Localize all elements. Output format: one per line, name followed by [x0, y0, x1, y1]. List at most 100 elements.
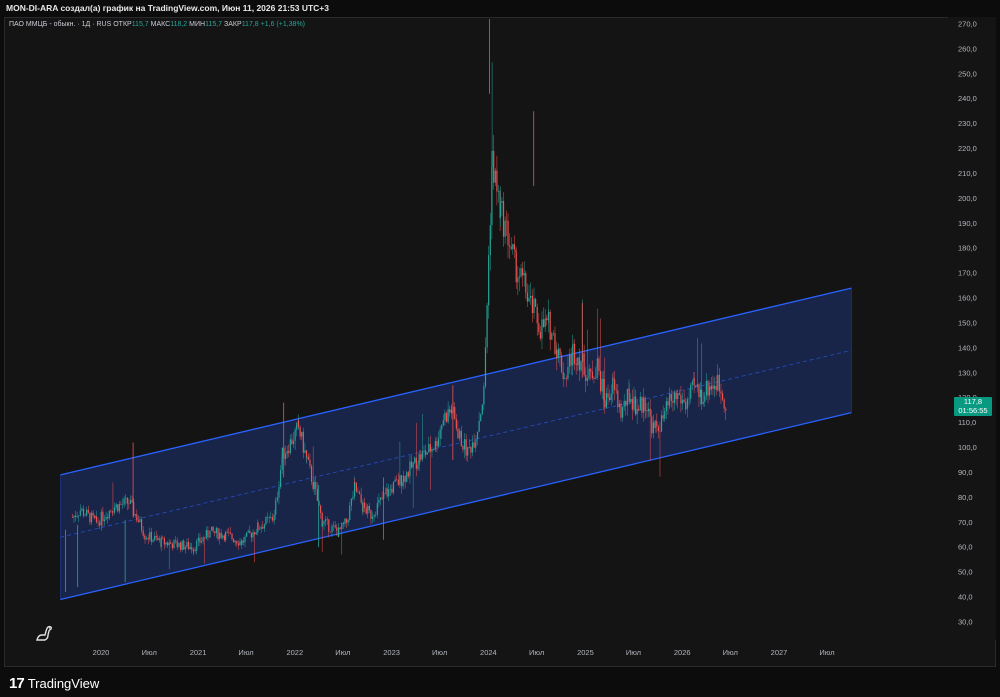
candle-body: [442, 420, 444, 426]
candle-body: [489, 225, 491, 256]
candle-body: [621, 406, 624, 418]
candle-body: [115, 504, 117, 508]
price-tick-label: 170,0: [958, 269, 977, 278]
candle-body: [475, 439, 477, 443]
candle-body: [218, 532, 221, 540]
candle-body: [417, 464, 419, 469]
candle-body: [263, 524, 265, 529]
candle-body: [207, 530, 209, 538]
candle-body: [623, 400, 625, 407]
candle-body: [291, 439, 293, 445]
candle-body: [409, 461, 411, 477]
price-tick-label: 30,0: [958, 617, 973, 626]
candle-body: [260, 526, 262, 529]
candle-body: [391, 488, 393, 493]
candle-body: [257, 522, 259, 530]
candle-body: [146, 537, 148, 539]
candle-body: [231, 533, 233, 540]
candle: [533, 287, 535, 319]
time-tick-label: Июл: [335, 648, 350, 657]
candle-body: [455, 418, 457, 429]
candle-body: [601, 378, 603, 392]
candle-body: [465, 439, 467, 456]
candle-body: [245, 532, 248, 537]
legend-symbol: ПАО ММЦБ - обыкн. · 1Д · RUS: [9, 21, 112, 28]
candle-body: [688, 398, 690, 400]
candle-body: [630, 398, 632, 403]
candle-body: [512, 244, 514, 249]
candle-body: [449, 409, 451, 413]
candle-body: [252, 532, 254, 538]
candle: [265, 516, 267, 526]
candle-body: [593, 378, 595, 379]
candle-body: [281, 447, 283, 457]
candle-body: [646, 410, 648, 412]
candle-body: [233, 539, 235, 543]
candle-body: [424, 450, 427, 455]
candle-body: [113, 507, 116, 513]
candle-body: [362, 502, 364, 512]
candle-body: [520, 268, 522, 277]
candle-body: [342, 523, 344, 525]
candle-body: [209, 530, 211, 538]
candle-body: [74, 515, 77, 518]
candle-body: [528, 297, 530, 302]
candle-body: [559, 348, 561, 356]
candle-body: [432, 449, 435, 450]
candle: [486, 302, 488, 354]
candle-body: [365, 507, 367, 514]
candle: [341, 522, 343, 555]
candle-body: [331, 525, 333, 532]
time-tick-label: 2021: [190, 648, 207, 657]
candle-body: [583, 353, 585, 376]
candle-body: [292, 440, 295, 445]
candle: [539, 325, 541, 341]
candle-body: [672, 400, 674, 403]
candle: [507, 213, 509, 258]
candle-body: [347, 519, 349, 523]
candle-body: [718, 374, 720, 392]
candle-body: [86, 509, 88, 516]
candle-body: [396, 479, 398, 481]
dinosaur-icon[interactable]: [34, 624, 54, 642]
price-tick-label: 40,0: [958, 593, 973, 602]
candle-body: [105, 516, 107, 520]
candle-body: [665, 401, 667, 412]
price-tick-label: 70,0: [958, 518, 973, 527]
candle-body: [564, 378, 566, 380]
candle-body: [163, 538, 165, 545]
candle-body: [662, 415, 664, 419]
candle-body: [626, 388, 628, 406]
candle-body: [92, 512, 94, 516]
candle-body: [681, 399, 684, 404]
candle-body: [194, 549, 196, 551]
candle-body: [223, 535, 225, 541]
candle-body: [319, 505, 322, 513]
tradingview-logo[interactable]: 17 TradingView: [9, 675, 99, 692]
candle-body: [349, 505, 351, 520]
candle: [501, 197, 503, 217]
candle-body: [510, 246, 512, 249]
time-tick-label: Июл: [432, 648, 447, 657]
candle-body: [94, 515, 96, 518]
candle-body: [147, 537, 149, 540]
candle-body: [691, 381, 693, 385]
price-chart[interactable]: 270,0 260,0 250,0 240,0 230,0 220,0 210,0 200,0…: [0, 0, 1000, 697]
candle-body: [357, 491, 359, 493]
candle: [406, 470, 408, 483]
candle-body: [631, 398, 633, 410]
candle-body: [386, 488, 388, 497]
candle: [480, 413, 482, 422]
footer: 17 TradingView: [0, 667, 1000, 697]
candle-body: [179, 542, 182, 550]
candle-body: [557, 348, 560, 359]
candle: [529, 282, 532, 305]
candle-body: [634, 396, 637, 415]
time-tick-label: Июл: [626, 648, 641, 657]
candle-body: [341, 523, 343, 530]
candle-body: [367, 506, 369, 514]
candle-body: [633, 396, 635, 410]
candle-body: [515, 252, 517, 283]
price-tick-label: 220,0: [958, 144, 977, 153]
candle-body: [652, 423, 655, 429]
